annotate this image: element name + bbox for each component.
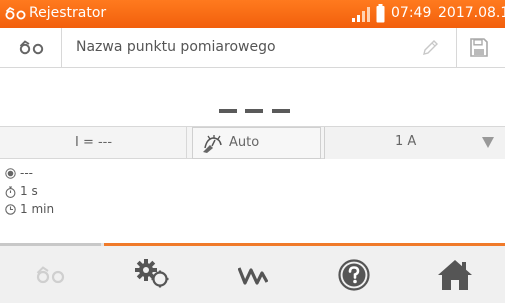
clock-icon [5, 204, 16, 215]
battery-icon [376, 4, 385, 23]
range-value: 1 A [395, 134, 417, 149]
radio-dot-icon [5, 168, 16, 179]
nav-home-button[interactable] [404, 246, 505, 303]
recorder-icon [5, 7, 26, 20]
auto-mode-button[interactable]: Auto [192, 127, 321, 159]
save-button[interactable] [456, 28, 505, 68]
nav-recorder-button[interactable] [0, 246, 101, 303]
recorder-icon [19, 40, 44, 55]
recorder-button[interactable] [0, 28, 62, 68]
clamp-icon [203, 135, 222, 153]
nav-waveform-button[interactable] [202, 246, 303, 303]
duration-value: 1 min [20, 202, 55, 216]
reading-dash [219, 109, 237, 113]
waveform-icon [238, 267, 268, 285]
help-icon [338, 259, 370, 291]
current-label: I = --- [75, 135, 113, 150]
clock-date: 2017.08.10 [438, 5, 505, 21]
pencil-icon[interactable] [421, 39, 439, 57]
recorder-settings: --- 1 s 1 min [0, 159, 505, 243]
stopwatch-icon [5, 186, 16, 198]
reading-dash [272, 109, 290, 113]
recorder-icon [36, 266, 65, 284]
range-select[interactable]: 1 A [324, 127, 505, 159]
current-readout: I = --- [0, 127, 187, 159]
measurement-point-name[interactable]: Nazwa punktu pomiarowego [76, 39, 276, 55]
gears-icon [135, 259, 169, 288]
reading-dash [245, 109, 263, 113]
clock-time: 07:49 [391, 5, 432, 21]
app-title: Rejestrator [29, 5, 107, 21]
triangle-down-icon [482, 137, 494, 148]
mode-label: Auto [229, 135, 260, 150]
signal-icon [352, 7, 370, 22]
nav-help-button[interactable] [303, 246, 404, 303]
status-bar: Rejestrator 07:49 2017.08.10 [0, 0, 505, 28]
floppy-disk-icon [470, 38, 488, 57]
interval-value: 1 s [20, 184, 38, 198]
nav-settings-button[interactable] [101, 246, 202, 303]
bottom-navigation [0, 246, 505, 303]
home-icon [438, 260, 472, 290]
status-value: --- [20, 166, 33, 180]
measurement-point-row: Nazwa punktu pomiarowego [0, 28, 505, 68]
measurement-reading: – – – [0, 68, 505, 126]
control-row: I = --- Auto 1 A [0, 126, 505, 159]
